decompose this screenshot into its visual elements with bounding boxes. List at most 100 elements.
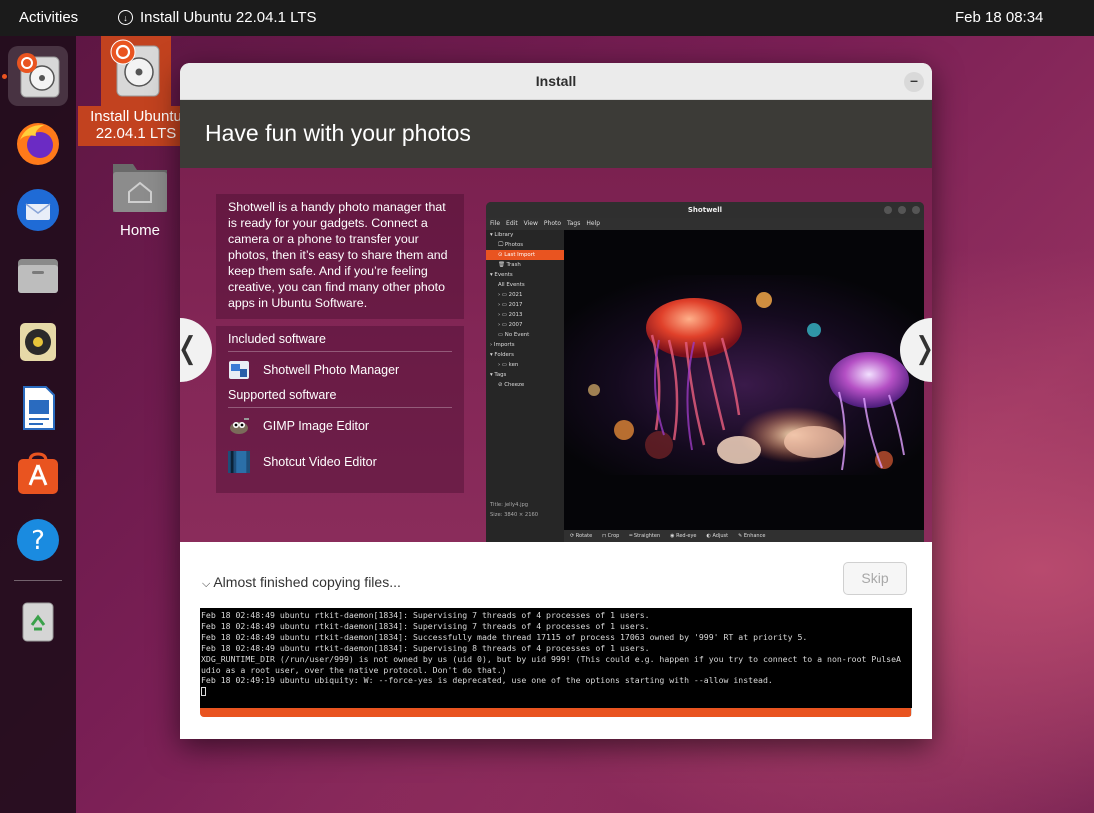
- dock: ?: [0, 36, 76, 813]
- software-item: Shotwell Photo Manager: [228, 358, 452, 382]
- shotwell-sidebar-item: › ▭ 2007: [498, 322, 523, 328]
- running-indicator: [2, 74, 7, 79]
- shotwell-sidebar-item: ▾ Library: [490, 232, 514, 238]
- software-item-label: Shotcut Video Editor: [263, 455, 377, 469]
- log-line: Feb 18 02:48:49 ubuntu rtkit-daemon[1834…: [201, 642, 650, 653]
- dock-help[interactable]: ?: [8, 510, 68, 570]
- shotwell-menu-item: Photo: [543, 220, 562, 227]
- shotwell-menubar: File Edit View Photo Tags Help: [486, 218, 924, 230]
- shotwell-tool: ◐ Adjust: [706, 533, 729, 539]
- shotwell-sidebar-item: › ▭ 2017: [498, 302, 523, 308]
- slide-title: Have fun with your photos: [205, 120, 471, 146]
- supported-heading: Supported software: [228, 388, 452, 408]
- progress-fill: [200, 708, 912, 717]
- help-icon: ?: [17, 519, 59, 561]
- included-heading: Included software: [228, 332, 452, 352]
- chevron-down-icon: ⌵: [202, 578, 211, 590]
- slideshow: Shotwell is a handy photo manager that i…: [180, 168, 932, 542]
- ubuntu-installer-icon: [101, 36, 171, 106]
- shotwell-menu-item: Edit: [506, 220, 518, 227]
- shotwell-sidebar-item: ▾ Tags: [490, 372, 507, 378]
- shotwell-sidebar-item: ⊙ Last Import: [486, 250, 564, 260]
- minimize-icon: –: [910, 72, 918, 88]
- details-expander[interactable]: ⌵ Almost finished copying files...: [202, 574, 401, 591]
- shotwell-tool: ═ Straighten: [629, 533, 661, 539]
- slide-header: Have fun with your photos: [180, 100, 932, 168]
- slide-description: Shotwell is a handy photo manager that i…: [216, 194, 464, 319]
- dock-files[interactable]: [8, 246, 68, 306]
- shotwell-tool: ⟳ Rotate: [570, 533, 593, 539]
- desktop-install-label: Install Ubuntu 22.04.1 LTS: [78, 106, 194, 146]
- gimp-icon: [228, 415, 250, 437]
- chevron-left-icon: ❬: [180, 332, 200, 365]
- shotwell-sidebar-item: ▾ Folders: [490, 352, 514, 358]
- ubuntu-installer-icon: [17, 53, 60, 98]
- meta-size-label: Size:: [490, 512, 503, 518]
- minimize-button[interactable]: –: [904, 72, 924, 92]
- shotwell-sidebar-item: ⊘ Cheeze: [498, 382, 525, 388]
- dock-rhythmbox[interactable]: [8, 312, 68, 372]
- download-icon: ↓: [118, 10, 133, 25]
- dock-ubuntu-software[interactable]: [8, 444, 68, 504]
- svg-text:?: ?: [31, 526, 45, 556]
- dock-trash[interactable]: [8, 592, 68, 652]
- desktop-install-icon[interactable]: Install Ubuntu 22.04.1 LTS: [78, 36, 194, 146]
- log-line: Feb 18 02:49:19 ubuntu ubiquity: W: --fo…: [201, 675, 773, 686]
- shotwell-sidebar-item: ▭ No Event: [498, 332, 530, 338]
- shotwell-tool: ✎ Enhance: [738, 533, 766, 539]
- desktop-home-label: Home: [119, 222, 160, 239]
- close-icon: [912, 206, 920, 214]
- dock-firefox[interactable]: [8, 114, 68, 174]
- desktop-home-icon[interactable]: Home: [96, 158, 184, 239]
- log-line: Feb 18 02:48:49 ubuntu rtkit-daemon[1834…: [201, 620, 650, 631]
- meta-title: jelly4.jpg: [504, 502, 529, 508]
- log-line: Feb 18 02:48:49 ubuntu rtkit-daemon[1834…: [201, 610, 650, 620]
- terminal-cursor: [201, 686, 912, 697]
- shotwell-menu-item: Tags: [567, 220, 581, 227]
- shotcut-icon: [228, 451, 250, 473]
- files-icon: [18, 259, 58, 293]
- maximize-icon: [898, 206, 906, 214]
- app-menu[interactable]: ↓ Install Ubuntu 22.04.1 LTS: [118, 9, 317, 26]
- shotwell-title: Shotwell: [687, 206, 723, 214]
- shotwell-toolbar: ⟳ Rotate ⊓ Crop ═ Straighten ◉ Red-eye ◐ Adj…: [564, 530, 924, 542]
- progress-area: ⌵ Almost finished copying files... Skip F…: [180, 542, 932, 739]
- shotwell-sidebar-item: › ▭ 2013: [498, 312, 523, 318]
- firefox-icon: [17, 123, 59, 165]
- window-title: Install: [535, 73, 577, 89]
- dock-thunderbird[interactable]: [8, 180, 68, 240]
- window-titlebar[interactable]: Install –: [180, 63, 932, 100]
- thunderbird-icon: [17, 189, 59, 231]
- shotwell-menu-item: Help: [586, 220, 601, 227]
- home-folder-icon: [113, 164, 167, 212]
- shotwell-sidebar: ▾ Library 🖵 Photos ⊙ Last Import 🗑 Trash ▾ E…: [486, 230, 564, 542]
- dock-writer[interactable]: [8, 378, 68, 438]
- shotwell-screenshot: Shotwell File Edit View Photo Tags Help ▾ Lib…: [486, 202, 924, 542]
- install-window: Install – Have fun with your photos Shot…: [180, 63, 932, 739]
- shotwell-sidebar-item: 🖵 Photos: [498, 242, 524, 248]
- shotwell-sidebar-item: All Events: [498, 282, 525, 288]
- shotwell-sidebar-item: › Imports: [490, 342, 515, 348]
- status-text: Almost finished copying files...: [213, 574, 401, 590]
- jellyfish-photo: [564, 230, 924, 530]
- shotwell-menu-item: View: [523, 220, 538, 227]
- meta-title-label: Title:: [490, 502, 503, 508]
- install-log-terminal[interactable]: Feb 18 02:48:49 ubuntu rtkit-daemon[1834…: [200, 608, 912, 708]
- trash-icon: [22, 602, 54, 642]
- log-line: udio as a root user, over the native pro…: [201, 664, 507, 675]
- clock[interactable]: Feb 18 08:34: [955, 9, 1043, 26]
- dock-install-ubuntu[interactable]: [8, 46, 68, 106]
- skip-button[interactable]: Skip: [843, 562, 907, 595]
- shotwell-sidebar-item: ▾ Events: [490, 272, 513, 278]
- software-icon: [18, 452, 58, 494]
- activities-button[interactable]: Activities: [19, 9, 78, 26]
- shotwell-tool: ⊓ Crop: [602, 533, 620, 539]
- software-panel: Included software Shotwell Photo Manager…: [216, 326, 464, 493]
- log-line: Feb 18 02:48:49 ubuntu rtkit-daemon[1834…: [201, 631, 808, 642]
- shotwell-menu-item: File: [490, 220, 501, 227]
- minimize-icon: [884, 206, 892, 214]
- shotwell-tool: ◉ Red-eye: [670, 533, 697, 539]
- previous-slide-button[interactable]: ❬: [180, 318, 212, 382]
- software-item-label: GIMP Image Editor: [263, 419, 370, 433]
- shotwell-icon: [228, 359, 250, 381]
